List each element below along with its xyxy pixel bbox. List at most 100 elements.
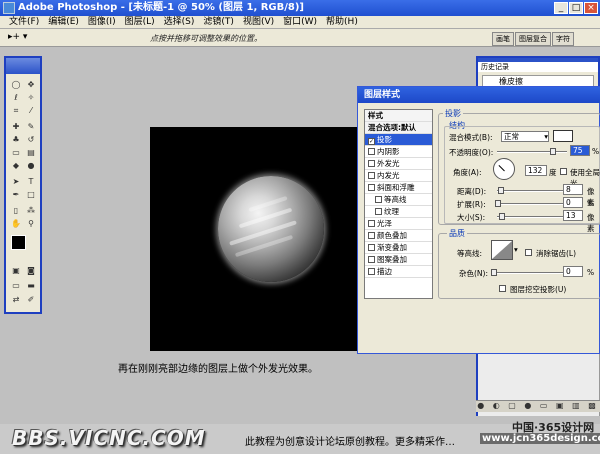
knockout-checkbox[interactable] xyxy=(499,285,506,292)
tab-brushes[interactable]: 画笔 xyxy=(492,32,514,46)
style-list-item[interactable]: 外发光 xyxy=(365,158,432,170)
eyedropper-icon[interactable]: ⁂ xyxy=(24,205,38,216)
style-checkbox[interactable] xyxy=(375,208,382,215)
menu-item[interactable]: 窗口(W) xyxy=(283,16,317,29)
blend-mode-select[interactable]: 正常 ▾ xyxy=(501,131,549,142)
style-list-item[interactable]: 混合选项:默认 xyxy=(365,122,432,134)
style-checkbox[interactable]: ✓ xyxy=(368,138,375,145)
style-list-item[interactable]: 纹理 xyxy=(365,206,432,218)
spread-field[interactable]: 0 xyxy=(563,197,583,208)
menu-item[interactable]: 滤镜(T) xyxy=(203,16,234,29)
distance-field[interactable]: 8 xyxy=(563,184,583,195)
style-checkbox[interactable] xyxy=(368,148,375,155)
path-select-icon[interactable]: ➤ xyxy=(9,176,23,187)
blur-tool-icon[interactable]: ◆ xyxy=(9,160,23,171)
lasso-tool-icon[interactable]: ℓ xyxy=(9,92,23,103)
history-brush-icon[interactable]: ↺ xyxy=(24,134,38,145)
zoom-tool-icon[interactable]: ⚲ xyxy=(24,218,38,229)
maximize-button[interactable]: □ xyxy=(569,2,583,14)
jump-to-imageready-icon[interactable]: ⇄ xyxy=(9,294,23,305)
menu-item[interactable]: 选择(S) xyxy=(164,16,195,29)
style-checkbox[interactable] xyxy=(375,196,382,203)
eraser-tool-icon[interactable]: ▭ xyxy=(9,147,23,158)
style-checkbox[interactable] xyxy=(368,160,375,167)
screen-mode-icon[interactable]: ▭ xyxy=(9,280,23,291)
healing-brush-icon[interactable]: ✚ xyxy=(9,121,23,132)
style-checkbox[interactable] xyxy=(368,256,375,263)
angle-dial[interactable] xyxy=(493,158,515,180)
style-checkbox[interactable] xyxy=(368,184,375,191)
edit-tool-icon[interactable]: ✐ xyxy=(24,294,38,305)
menu-item[interactable]: 视图(V) xyxy=(243,16,274,29)
noise-slider-knob[interactable] xyxy=(491,269,497,276)
dodge-tool-icon[interactable]: ● xyxy=(24,160,38,171)
shadow-color-swatch[interactable] xyxy=(553,130,573,142)
menu-item[interactable]: 编辑(E) xyxy=(48,16,79,29)
tab-layer-comps[interactable]: 图层复合 xyxy=(515,32,551,46)
opacity-field[interactable]: 75 xyxy=(570,145,590,156)
menu-item[interactable]: 文件(F) xyxy=(9,16,39,29)
distance-slider-knob[interactable] xyxy=(498,187,504,194)
style-checkbox[interactable] xyxy=(368,220,375,227)
style-checkbox[interactable] xyxy=(368,232,375,239)
close-button[interactable]: × xyxy=(584,2,598,14)
tab-character[interactable]: 字符 xyxy=(552,32,574,46)
menu-item[interactable]: 图层(L) xyxy=(125,16,155,29)
size-slider[interactable] xyxy=(497,213,567,220)
style-list-item[interactable]: 斜面和浮雕 xyxy=(365,182,432,194)
style-checkbox[interactable] xyxy=(368,244,375,251)
style-list-item[interactable]: 等高线 xyxy=(365,194,432,206)
move-tool-icon[interactable]: ✥ xyxy=(24,79,38,90)
spread-slider-knob[interactable] xyxy=(495,200,501,207)
type-tool-icon[interactable]: T xyxy=(24,176,38,187)
shape-tool-icon[interactable]: □ xyxy=(24,189,38,200)
notes-tool-icon[interactable]: ▯ xyxy=(9,205,23,216)
style-list-item[interactable]: 颜色叠加 xyxy=(365,230,432,242)
foreground-color-swatch[interactable] xyxy=(11,235,26,250)
fullscreen-mode-icon[interactable]: ▬ xyxy=(24,280,38,291)
style-list-item[interactable]: 渐变叠加 xyxy=(365,242,432,254)
style-checkbox[interactable] xyxy=(368,268,375,275)
noise-slider[interactable] xyxy=(491,269,563,276)
size-slider-knob[interactable] xyxy=(499,213,505,220)
size-field[interactable]: 13 xyxy=(563,210,583,221)
hand-tool-icon[interactable]: ✋ xyxy=(9,218,23,229)
style-list-item[interactable]: 光泽 xyxy=(365,218,432,230)
marquee-tool-icon[interactable]: ◯ xyxy=(9,79,23,90)
style-list-item[interactable]: 内发光 xyxy=(365,170,432,182)
opacity-slider[interactable] xyxy=(497,148,567,155)
gradient-tool-icon[interactable]: ▤ xyxy=(24,147,38,158)
menu-item[interactable]: 帮助(H) xyxy=(326,16,358,29)
opacity-slider-knob[interactable] xyxy=(550,148,556,155)
style-checkbox[interactable] xyxy=(368,172,375,179)
clone-stamp-icon[interactable]: ♣ xyxy=(9,134,23,145)
history-state-label: 橡皮擦 xyxy=(499,77,523,86)
style-list-label: 纹理 xyxy=(384,207,399,216)
angle-field[interactable]: 132 xyxy=(525,165,547,176)
crop-tool-icon[interactable]: ⌗ xyxy=(9,105,23,116)
style-list-item[interactable]: ✓ 投影 xyxy=(365,134,432,146)
standard-mode-icon[interactable]: ▣ xyxy=(9,265,23,276)
style-list-item[interactable]: 描边 xyxy=(365,266,432,278)
style-list-item[interactable]: 样式 xyxy=(365,110,432,122)
global-light-checkbox[interactable] xyxy=(560,168,567,175)
style-list-item[interactable]: 内阴影 xyxy=(365,146,432,158)
brush-tool-icon[interactable]: ✎ xyxy=(24,121,38,132)
contour-picker[interactable] xyxy=(491,240,513,260)
pen-tool-icon[interactable]: ✒ xyxy=(9,189,23,200)
spread-slider[interactable] xyxy=(495,200,567,207)
tool-preset-picker[interactable]: ▸+ ▾ xyxy=(8,32,27,42)
quick-mask-icon[interactable]: ◙ xyxy=(24,265,38,276)
antialias-checkbox[interactable] xyxy=(525,249,532,256)
contour-dropdown-icon[interactable]: ▾ xyxy=(514,245,518,254)
history-tab[interactable]: 历史记录 xyxy=(478,62,598,72)
distance-slider[interactable] xyxy=(497,187,567,194)
style-list-item[interactable]: 图案叠加 xyxy=(365,254,432,266)
footer-text: 此教程为创意设计论坛原创教程。更多精采作… xyxy=(245,437,455,448)
noise-field[interactable]: 0 xyxy=(563,266,583,277)
minimize-button[interactable]: _ xyxy=(554,2,568,14)
slice-tool-icon[interactable]: ⁄ xyxy=(24,105,38,116)
menu-item[interactable]: 图像(I) xyxy=(88,16,116,29)
magic-wand-icon[interactable]: ✧ xyxy=(24,92,38,103)
style-list-label: 渐变叠加 xyxy=(377,243,407,252)
